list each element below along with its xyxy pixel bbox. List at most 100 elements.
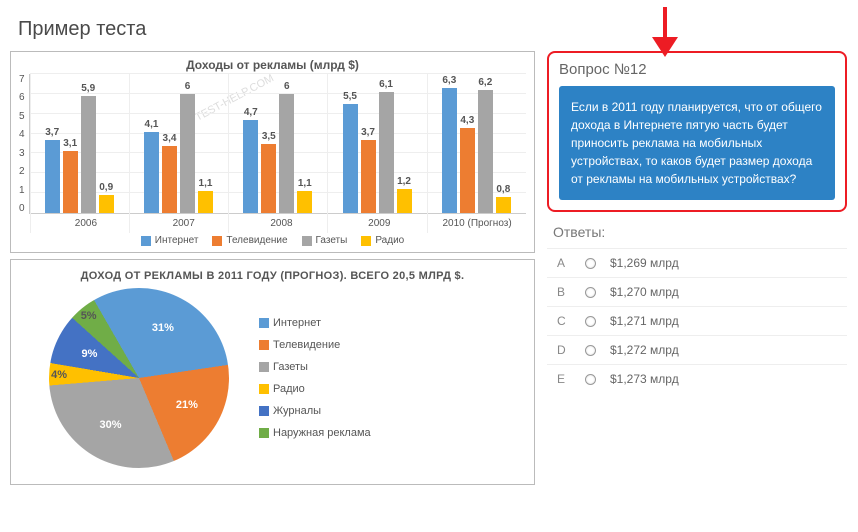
- answer-row[interactable]: E $1,273 млрд: [547, 364, 847, 393]
- bar-x-label: 2008: [233, 218, 331, 229]
- legend-swatch: [259, 406, 269, 416]
- bar-chart-title: Доходы от рекламы (млрд $): [19, 58, 526, 72]
- bar-legend: Интернет Телевидение Газеты Радио: [19, 235, 526, 246]
- pie-slice-label: 30%: [99, 419, 121, 431]
- bar-value-label: 4,1: [145, 119, 159, 130]
- bar: 3,1: [63, 151, 78, 213]
- bar-value-label: 1,2: [397, 176, 411, 187]
- bar-group: 6,34,36,20,8: [427, 74, 526, 213]
- bar: 3,5: [261, 144, 276, 214]
- bar: 3,7: [45, 140, 60, 213]
- question-title: Вопрос №12: [559, 61, 835, 78]
- bar-value-label: 6,3: [442, 75, 456, 86]
- pie-chart-title: ДОХОД ОТ РЕКЛАМЫ В 2011 ГОДУ (ПРОГНОЗ). …: [19, 270, 526, 282]
- bar: 0,9: [99, 195, 114, 213]
- legend-label: Журналы: [273, 405, 321, 417]
- radio-icon[interactable]: [585, 374, 596, 385]
- legend-label: Наружная реклама: [273, 427, 371, 439]
- answer-row[interactable]: B $1,270 млрд: [547, 277, 847, 306]
- bar: 3,4: [162, 146, 177, 214]
- legend-label: Интернет: [273, 317, 321, 329]
- bar-value-label: 5,5: [343, 91, 357, 102]
- answers-list: A$1,269 млрд B $1,270 млрд C $1,271 млрд D$1,…: [547, 248, 847, 393]
- bar-value-label: 6: [185, 81, 191, 92]
- legend-swatch: [361, 236, 371, 246]
- answer-text: $1,270 млрд: [610, 285, 679, 299]
- bar: 5,5: [343, 104, 358, 213]
- legend-swatch: [212, 236, 222, 246]
- answer-row[interactable]: D$1,272 млрд: [547, 335, 847, 364]
- pointer-arrow-icon: [640, 2, 690, 62]
- bar: 6,2: [478, 90, 493, 213]
- legend-item: Радио: [361, 235, 404, 246]
- bar: 6,3: [442, 88, 457, 213]
- legend-item: Газеты: [302, 235, 348, 246]
- answer-row[interactable]: A$1,269 млрд: [547, 248, 847, 277]
- radio-icon[interactable]: [585, 316, 596, 327]
- legend-swatch: [259, 340, 269, 350]
- legend-label: Телевидение: [226, 235, 287, 246]
- bar-value-label: 6,1: [379, 79, 393, 90]
- legend-label: Телевидение: [273, 339, 340, 351]
- bar: 5,9: [81, 96, 96, 213]
- bar-value-label: 5,9: [81, 83, 95, 94]
- legend-item: Интернет: [259, 317, 371, 329]
- bar-value-label: 6,2: [478, 77, 492, 88]
- bar: 6: [279, 94, 294, 213]
- radio-icon[interactable]: [585, 287, 596, 298]
- answer-row[interactable]: C $1,271 млрд: [547, 306, 847, 335]
- bar-group: 4,13,461,1: [129, 74, 228, 213]
- answer-letter: C: [557, 314, 571, 328]
- radio-icon[interactable]: [585, 258, 596, 269]
- legend-label: Интернет: [155, 235, 199, 246]
- answer-letter: E: [557, 372, 571, 386]
- bar-x-label: 2010 (Прогноз): [428, 218, 526, 229]
- question-body: Если в 2011 году планируется, что от общ…: [559, 86, 835, 200]
- page-title: Пример теста: [0, 0, 858, 51]
- answers-title: Ответы:: [553, 224, 847, 240]
- bar-x-label: 2007: [135, 218, 233, 229]
- answer-letter: A: [557, 256, 571, 270]
- bar-value-label: 3,7: [45, 127, 59, 138]
- legend-label: Радио: [273, 383, 305, 395]
- bar: 4,1: [144, 132, 159, 213]
- bar-x-label: 2009: [330, 218, 428, 229]
- legend-label: Радио: [375, 235, 404, 246]
- bar: 1,1: [198, 191, 213, 213]
- bar-value-label: 3,4: [163, 133, 177, 144]
- legend-swatch: [302, 236, 312, 246]
- legend-swatch: [259, 318, 269, 328]
- pie-slice-label: 9%: [82, 348, 98, 360]
- answer-letter: B: [557, 285, 571, 299]
- pie-slice-label: 4%: [51, 369, 67, 381]
- pie-slice-label: 5%: [81, 310, 97, 322]
- bar: 3,7: [361, 140, 376, 213]
- bar: 6,1: [379, 92, 394, 213]
- legend-swatch: [259, 362, 269, 372]
- bar-x-label: 2006: [37, 218, 135, 229]
- legend-label: Газеты: [273, 361, 308, 373]
- radio-icon[interactable]: [585, 345, 596, 356]
- bar-x-labels: 20062007200820092010 (Прогноз): [37, 218, 526, 229]
- answer-text: $1,271 млрд: [610, 314, 679, 328]
- bar-value-label: 0,8: [496, 184, 510, 195]
- bar-group: 5,53,76,11,2: [327, 74, 426, 213]
- legend-item: Газеты: [259, 361, 371, 373]
- legend-item: Телевидение: [259, 339, 371, 351]
- legend-item: Наружная реклама: [259, 427, 371, 439]
- legend-item: Телевидение: [212, 235, 287, 246]
- answer-text: $1,273 млрд: [610, 372, 679, 386]
- legend-swatch: [141, 236, 151, 246]
- question-box: Вопрос №12 Если в 2011 году планируется,…: [547, 51, 847, 212]
- pie-legend: Интернет Телевидение Газеты Радио Журналы Нар…: [259, 317, 371, 439]
- bar-group: 4,73,561,1: [228, 74, 327, 213]
- legend-swatch: [259, 428, 269, 438]
- bar-y-axis: 76543210: [19, 74, 29, 214]
- answer-text: $1,272 млрд: [610, 343, 679, 357]
- bar-value-label: 3,5: [262, 131, 276, 142]
- legend-item: Интернет: [141, 235, 199, 246]
- bar-value-label: 1,1: [199, 178, 213, 189]
- bar: 0,8: [496, 197, 511, 213]
- bar-group: 3,73,15,90,9: [30, 74, 129, 213]
- bar-chart-box: TEST-HELP.COM Доходы от рекламы (млрд $)…: [10, 51, 535, 253]
